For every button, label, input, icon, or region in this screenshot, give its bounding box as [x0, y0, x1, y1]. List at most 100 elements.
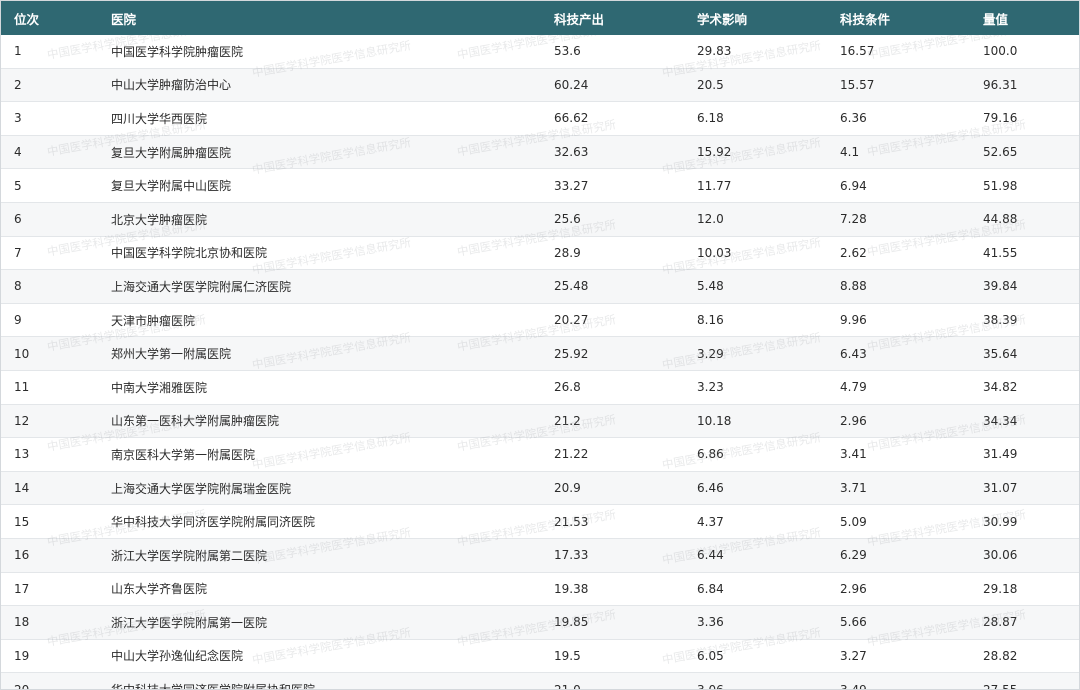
sci-output-cell: 66.62 — [541, 101, 684, 136]
academic-impact-cell: 4.37 — [684, 504, 827, 539]
hospital-name-cell: 中国医学科学院北京协和医院 — [98, 236, 541, 271]
rank-cell: 11 — [1, 370, 98, 405]
table-row: 9 天津市肿瘤医院 20.27 8.16 9.96 38.39 — [1, 303, 1079, 338]
score-cell: 39.84 — [970, 269, 1079, 304]
academic-impact-cell: 6.84 — [684, 572, 827, 607]
rank-cell: 2 — [1, 68, 98, 103]
rank-cell: 13 — [1, 437, 98, 472]
sci-output-cell: 20.27 — [541, 303, 684, 338]
academic-impact-cell: 6.05 — [684, 639, 827, 674]
sci-output-cell: 19.85 — [541, 605, 684, 640]
sci-condition-cell: 3.49 — [827, 672, 970, 689]
ranking-table-container: 位次 医院 科技产出 学术影响 科技条件 量值 1 中国医学科学院肿瘤医院 53.6… — [0, 0, 1080, 690]
hospital-name-cell: 浙江大学医学院附属第一医院 — [98, 605, 541, 640]
hospital-name-cell: 南京医科大学第一附属医院 — [98, 437, 541, 472]
score-cell: 27.55 — [970, 672, 1079, 689]
score-cell: 100.0 — [970, 35, 1079, 69]
score-cell: 96.31 — [970, 68, 1079, 103]
sci-condition-cell: 16.57 — [827, 35, 970, 69]
rank-cell: 17 — [1, 572, 98, 607]
hospital-name-cell: 中山大学肿瘤防治中心 — [98, 68, 541, 103]
sci-output-cell: 33.27 — [541, 168, 684, 203]
table-row: 19 中山大学孙逸仙纪念医院 19.5 6.05 3.27 28.82 — [1, 639, 1079, 674]
score-cell: 44.88 — [970, 202, 1079, 237]
academic-impact-cell: 8.16 — [684, 303, 827, 338]
score-cell: 41.55 — [970, 236, 1079, 271]
score-cell: 31.07 — [970, 471, 1079, 506]
table-row: 10 郑州大学第一附属医院 25.92 3.29 6.43 35.64 — [1, 336, 1079, 371]
hospital-name-cell: 四川大学华西医院 — [98, 101, 541, 136]
sci-condition-cell: 9.96 — [827, 303, 970, 338]
academic-impact-cell: 3.06 — [684, 672, 827, 689]
hospital-name-cell: 中国医学科学院肿瘤医院 — [98, 35, 541, 69]
hospital-ranking-table: 位次 医院 科技产出 学术影响 科技条件 量值 1 中国医学科学院肿瘤医院 53.6… — [1, 1, 1079, 689]
table-row: 17 山东大学齐鲁医院 19.38 6.84 2.96 29.18 — [1, 572, 1079, 607]
score-cell: 29.18 — [970, 572, 1079, 607]
score-cell: 35.64 — [970, 336, 1079, 371]
sci-output-cell: 19.38 — [541, 572, 684, 607]
sci-condition-cell: 2.62 — [827, 236, 970, 271]
academic-impact-cell: 20.5 — [684, 68, 827, 103]
table-row: 4 复旦大学附属肿瘤医院 32.63 15.92 4.1 52.65 — [1, 135, 1079, 170]
score-cell: 28.82 — [970, 639, 1079, 674]
hospital-name-cell: 北京大学肿瘤医院 — [98, 202, 541, 237]
table-row: 11 中南大学湘雅医院 26.8 3.23 4.79 34.82 — [1, 370, 1079, 405]
sci-condition-cell: 15.57 — [827, 68, 970, 103]
score-cell: 79.16 — [970, 101, 1079, 136]
score-cell: 28.87 — [970, 605, 1079, 640]
score-cell: 52.65 — [970, 135, 1079, 170]
score-cell: 30.99 — [970, 504, 1079, 539]
sci-output-cell: 20.9 — [541, 471, 684, 506]
sci-output-cell: 26.8 — [541, 370, 684, 405]
table-row: 3 四川大学华西医院 66.62 6.18 6.36 79.16 — [1, 101, 1079, 136]
academic-impact-cell: 3.36 — [684, 605, 827, 640]
table-row: 18 浙江大学医学院附属第一医院 19.85 3.36 5.66 28.87 — [1, 605, 1079, 640]
column-header-rank: 位次 — [14, 11, 40, 27]
sci-output-cell: 60.24 — [541, 68, 684, 103]
academic-impact-cell: 29.83 — [684, 35, 827, 69]
rank-cell: 9 — [1, 303, 98, 338]
sci-output-cell: 21.0 — [541, 672, 684, 689]
column-header-academic-impact: 学术影响 — [697, 11, 748, 27]
rank-cell: 15 — [1, 504, 98, 539]
table-row: 6 北京大学肿瘤医院 25.6 12.0 7.28 44.88 — [1, 202, 1079, 237]
hospital-name-cell: 郑州大学第一附属医院 — [98, 336, 541, 371]
table-header: 位次 医院 科技产出 学术影响 科技条件 量值 — [1, 1, 1079, 35]
sci-output-cell: 25.48 — [541, 269, 684, 304]
academic-impact-cell: 10.18 — [684, 404, 827, 439]
academic-impact-cell: 11.77 — [684, 168, 827, 203]
rank-cell: 20 — [1, 672, 98, 689]
table-row: 13 南京医科大学第一附属医院 21.22 6.86 3.41 31.49 — [1, 437, 1079, 472]
rank-cell: 7 — [1, 236, 98, 271]
sci-output-cell: 21.53 — [541, 504, 684, 539]
sci-condition-cell: 6.94 — [827, 168, 970, 203]
table-row: 20华中科技大学同济医学院附属协和医院21.03.063.4927.55 — [1, 672, 1079, 689]
rank-cell: 16 — [1, 538, 98, 573]
column-header-hospital: 医院 — [111, 11, 137, 27]
sci-condition-cell: 7.28 — [827, 202, 970, 237]
table-row: 14 上海交通大学医学院附属瑞金医院 20.9 6.46 3.71 31.07 — [1, 471, 1079, 506]
hospital-name-cell: 天津市肿瘤医院 — [98, 303, 541, 338]
rank-cell: 19 — [1, 639, 98, 674]
sci-output-cell: 53.6 — [541, 35, 684, 69]
sci-output-cell: 19.5 — [541, 639, 684, 674]
sci-condition-cell: 6.43 — [827, 336, 970, 371]
hospital-name-cell: 复旦大学附属中山医院 — [98, 168, 541, 203]
sci-condition-cell: 3.27 — [827, 639, 970, 674]
sci-condition-cell: 6.29 — [827, 538, 970, 573]
header-row: 位次 医院 科技产出 学术影响 科技条件 量值 — [1, 1, 1079, 35]
academic-impact-cell: 6.46 — [684, 471, 827, 506]
academic-impact-cell: 6.86 — [684, 437, 827, 472]
hospital-name-cell: 上海交通大学医学院附属仁济医院 — [98, 269, 541, 304]
sci-condition-cell: 2.96 — [827, 572, 970, 607]
academic-impact-cell: 6.44 — [684, 538, 827, 573]
table-row: 7 中国医学科学院北京协和医院 28.9 10.03 2.62 41.55 — [1, 236, 1079, 271]
rank-cell: 6 — [1, 202, 98, 237]
rank-cell: 14 — [1, 471, 98, 506]
sci-condition-cell: 3.41 — [827, 437, 970, 472]
score-cell: 51.98 — [970, 168, 1079, 203]
hospital-name-cell: 华中科技大学同济医学院附属同济医院 — [98, 504, 541, 539]
table-body: 1 中国医学科学院肿瘤医院 53.6 29.83 16.57 100.0 2 中山大学肿瘤防治… — [1, 35, 1079, 689]
score-cell: 31.49 — [970, 437, 1079, 472]
hospital-name-cell: 上海交通大学医学院附属瑞金医院 — [98, 471, 541, 506]
